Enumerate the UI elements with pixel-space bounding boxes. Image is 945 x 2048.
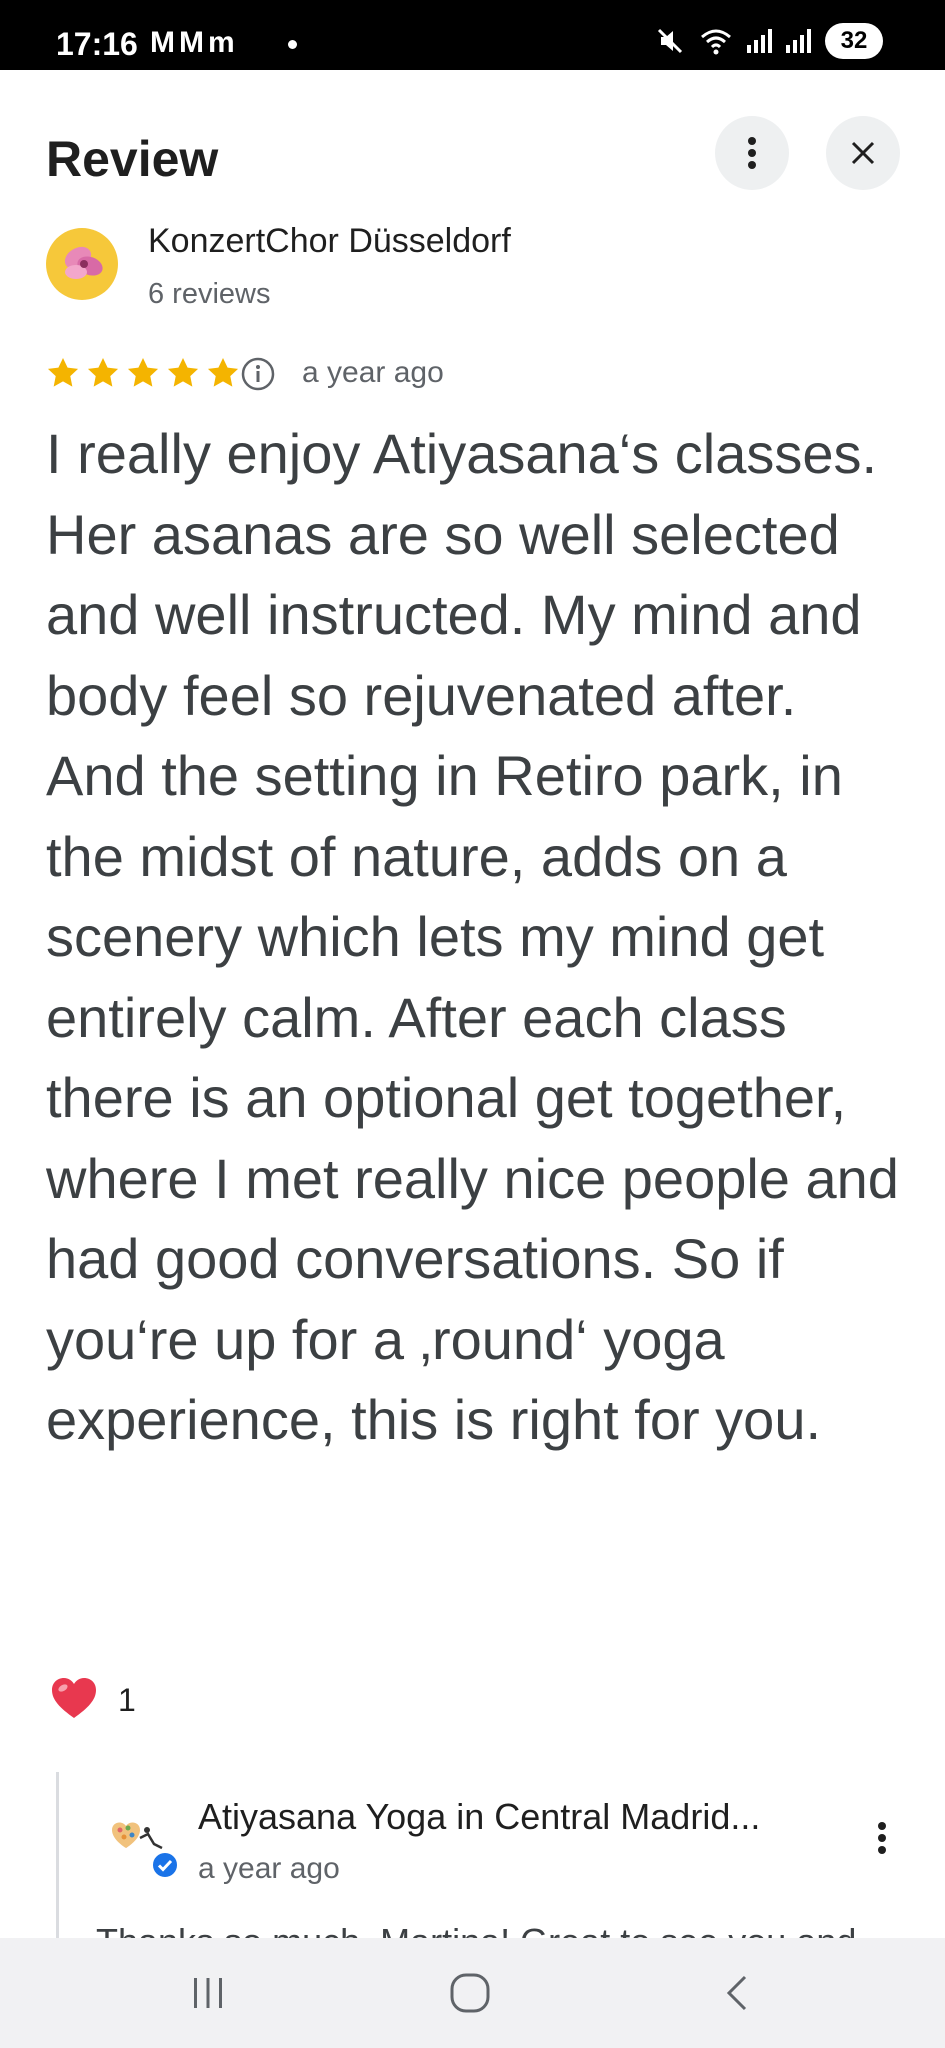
mute-icon	[657, 28, 683, 54]
verified-badge-icon	[150, 1850, 180, 1880]
owner-more-options-button[interactable]	[862, 1808, 902, 1868]
owner-response-text: Thanks so much, Martina! Great to see yo…	[96, 1918, 916, 1938]
review-text: I really enjoy Atiyasana‘s classes. Her …	[46, 422, 899, 1451]
star-icon	[87, 357, 119, 387]
recents-button[interactable]	[148, 1938, 268, 2048]
owner-name[interactable]: Atiyasana Yoga in Central Madrid...	[198, 1796, 828, 1838]
status-time: 17:16	[56, 26, 138, 62]
status-right-icons: 32	[655, 22, 883, 60]
more-vert-icon	[878, 1822, 886, 1854]
close-icon	[851, 141, 875, 165]
back-icon	[726, 1975, 747, 2011]
signal-icon-2	[786, 29, 811, 53]
info-icon[interactable]	[240, 356, 276, 392]
wifi-icon	[701, 29, 731, 55]
reviewer-review-count: 6 reviews	[148, 278, 271, 310]
page-title: Review	[46, 131, 219, 187]
home-icon	[450, 1973, 490, 2013]
like-count: 1	[118, 1682, 136, 1718]
owner-response-date: a year ago	[198, 1852, 340, 1885]
reviewer-name[interactable]: KonzertChor Düsseldorf	[148, 222, 511, 261]
system-navigation-bar	[0, 1938, 945, 2048]
star-rating	[44, 354, 242, 392]
more-vert-icon	[748, 137, 756, 169]
close-button[interactable]	[826, 116, 900, 190]
star-icon	[127, 357, 159, 387]
reviewer-avatar[interactable]	[46, 228, 118, 300]
back-button[interactable]	[676, 1938, 796, 2048]
more-options-button[interactable]	[715, 116, 789, 190]
notification-dot-icon	[288, 40, 297, 49]
signal-icon-1	[747, 29, 772, 53]
notification-icons: MMm	[150, 26, 239, 59]
star-icon	[207, 357, 239, 387]
status-bar: 17:16 MMm 32	[0, 0, 945, 70]
star-icon	[47, 357, 79, 387]
star-icon	[167, 357, 199, 387]
heart-icon[interactable]	[50, 1676, 98, 1720]
home-button[interactable]	[410, 1938, 530, 2048]
response-divider	[56, 1772, 59, 1942]
review-date: a year ago	[302, 356, 444, 389]
battery-indicator: 32	[825, 23, 883, 59]
recents-icon	[194, 1978, 222, 2008]
flower-avatar-image	[64, 246, 103, 279]
check-icon	[157, 1859, 173, 1872]
